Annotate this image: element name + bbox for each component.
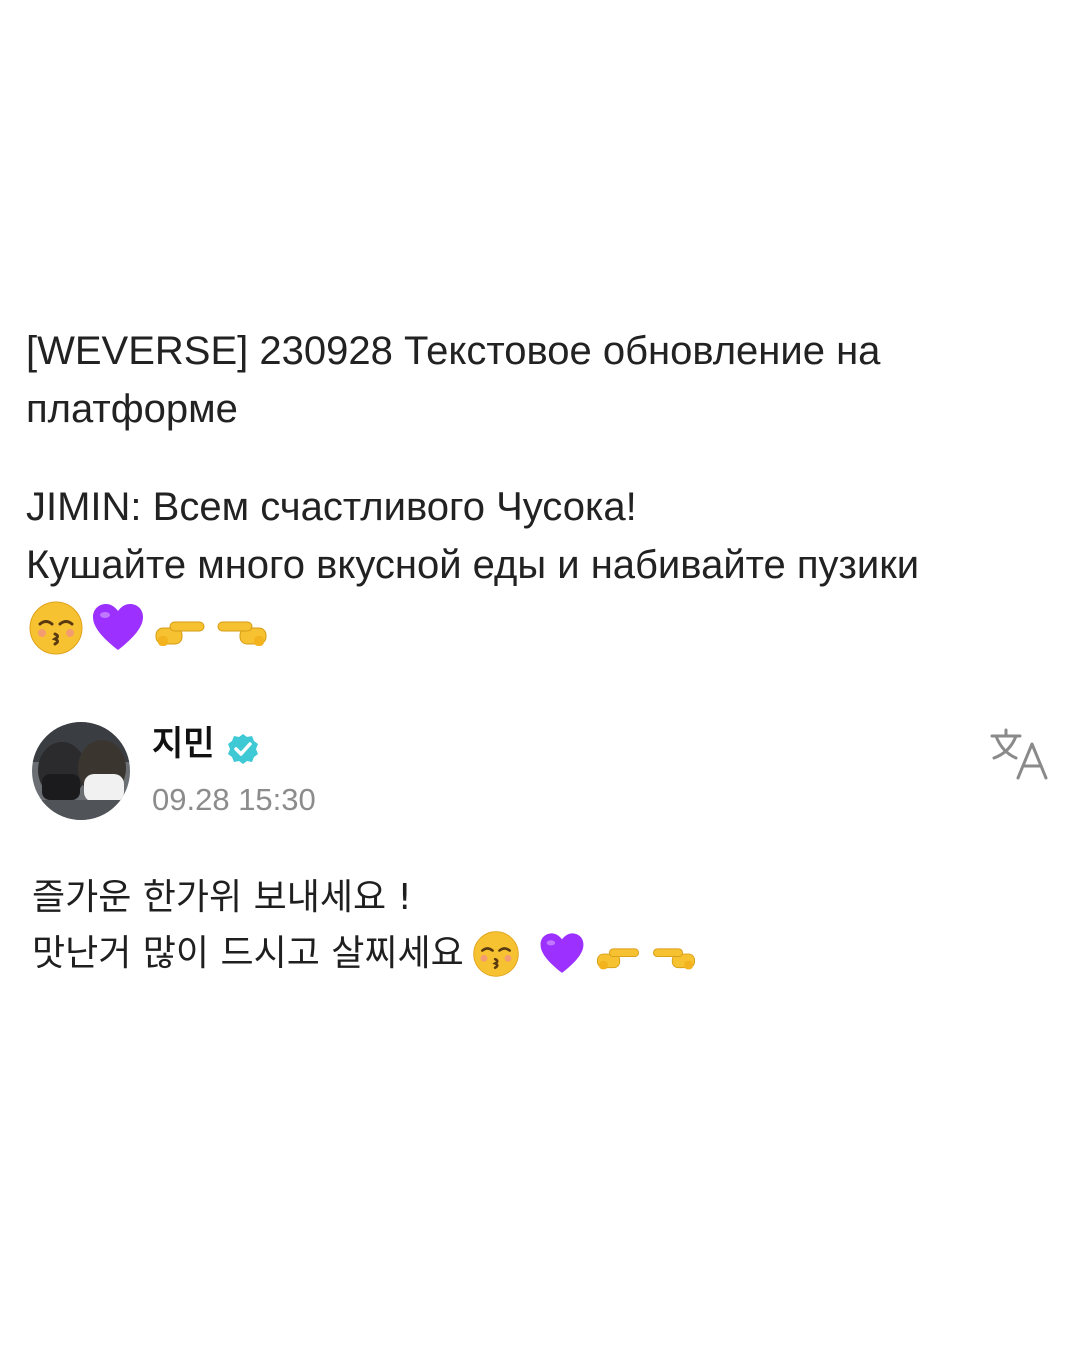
translate-icon[interactable] xyxy=(988,726,1050,782)
caption-headline: [WEVERSE] 230928 Текстовое обновление на… xyxy=(26,329,881,431)
post-text-line-1: 즐가운 한가위 보내세요 ! xyxy=(32,877,412,918)
post-text-line-2: 맛난거 많이 드시고 살찌세요 xyxy=(32,933,464,974)
purple-heart-icon xyxy=(93,604,143,650)
post-body: 즐가운 한가위 보내세요 ! 맛난거 많이 드시고 살찌세요 xyxy=(32,870,698,982)
translation-line-1: JIMIN: Всем счастливого Чусока! xyxy=(26,485,637,529)
author-name[interactable]: 지민 xyxy=(152,722,215,766)
purple-heart-icon xyxy=(540,933,584,973)
avatar-image xyxy=(32,722,130,820)
post-body-line-2: 맛난거 많이 드시고 살찌세요 xyxy=(32,926,698,982)
caption-translation: JIMIN: Всем счастливого Чусока! Кушайте … xyxy=(26,478,1066,594)
avatar[interactable] xyxy=(32,722,130,820)
post-timestamp: 09.28 15:30 xyxy=(152,782,316,817)
pointing-right-icon xyxy=(596,948,639,970)
verified-badge-icon xyxy=(228,734,258,764)
post-body-line-1: 즐가운 한가위 보내세요 ! xyxy=(32,870,698,926)
translation-line-2: Кушайте много вкусной еды и набивайте пу… xyxy=(26,543,920,587)
caption-emoji-row xyxy=(28,600,270,656)
pointing-left-icon xyxy=(652,948,695,970)
weverse-post: 지민 09.28 15:30 즐가운 한가위 보내세요 ! 맛난거 많이 드시고… xyxy=(0,700,1080,1020)
pointing-right-icon xyxy=(155,621,205,646)
pointing-left-icon xyxy=(217,621,267,646)
kissing-face-icon xyxy=(473,931,519,977)
kissing-face-icon xyxy=(29,601,83,655)
